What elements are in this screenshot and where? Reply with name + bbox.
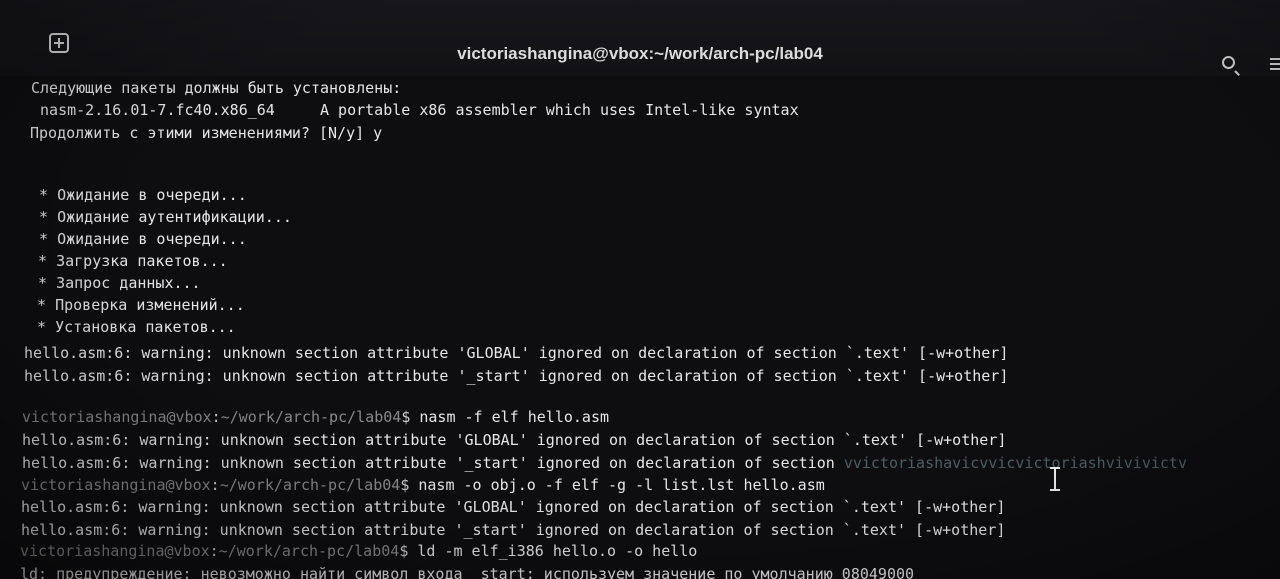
prompt-user-host: victoriashangina@vbox [21, 476, 211, 494]
command-text: nasm -f elf hello.asm [410, 408, 610, 426]
prompt-line: victoriashangina@vbox:~/work/arch-pc/lab… [20, 542, 697, 560]
prompt-user-host: victoriashangina@vbox [20, 542, 210, 560]
output-line: * Ожидание в очереди... [30, 230, 247, 248]
output-line: hello.asm:6: warning: unknown section at… [24, 367, 1009, 385]
output-line: Следующие пакеты должны быть установлены… [31, 79, 402, 97]
output-line: * Запрос данных... [29, 274, 201, 292]
output-line: hello.asm:6: warning: unknown section at… [24, 344, 1009, 362]
command-text: ld -m elf_i386 hello.o -o hello [408, 542, 698, 560]
prompt-symbol: $ [401, 408, 411, 426]
prompt-path: ~/work/arch-pc/lab04 [220, 408, 402, 426]
prompt-symbol: $ [400, 476, 410, 494]
prompt-separator: : [210, 476, 220, 494]
prompt-symbol: $ [399, 542, 409, 560]
command-text: nasm -o obj.o -f elf -g -l list.lst hell… [409, 476, 825, 494]
output-line: Продолжить с этими изменениями? [N/y] y [30, 124, 383, 142]
terminal-window: victoriashangina@vbox:~/work/arch-pc/lab… [0, 0, 1280, 579]
output-line: ld: предупреждение: невозможно найти сим… [20, 565, 915, 579]
output-line: * Загрузка пакетов... [29, 252, 228, 270]
prompt-separator: : [211, 408, 221, 426]
ghost-overprint-text: vvictoriashavicvvicvictoriashvivivictv [843, 454, 1187, 472]
terminal-output[interactable]: Следующие пакеты должны быть установлены… [0, 0, 1280, 579]
output-line: nasm-2.16.01-7.fc40.x86_64 A portable x8… [31, 101, 799, 119]
prompt-line: victoriashangina@vbox:~/work/arch-pc/lab… [22, 408, 609, 426]
output-line: * Ожидание в очереди... [30, 186, 247, 204]
output-line: hello.asm:6: warning: unknown section at… [21, 521, 1006, 539]
text-cursor-icon [1050, 467, 1060, 491]
prompt-line: victoriashangina@vbox:~/work/arch-pc/lab… [21, 476, 825, 494]
output-line: hello.asm:6: warning: unknown section at… [22, 454, 1187, 472]
prompt-user-host: victoriashangina@vbox [22, 408, 212, 426]
output-line: * Проверка изменений... [28, 296, 245, 314]
prompt-path: ~/work/arch-pc/lab04 [218, 542, 400, 560]
output-line: hello.asm:6: warning: unknown section at… [21, 498, 1006, 516]
output-line: hello.asm:6: warning: unknown section at… [22, 431, 1007, 449]
prompt-path: ~/work/arch-pc/lab04 [219, 476, 401, 494]
output-line: * Ожидание аутентификации... [30, 208, 292, 226]
output-line: * Установка пакетов... [28, 318, 236, 336]
prompt-separator: : [209, 542, 219, 560]
output-text: hello.asm:6: warning: unknown section at… [22, 454, 844, 472]
